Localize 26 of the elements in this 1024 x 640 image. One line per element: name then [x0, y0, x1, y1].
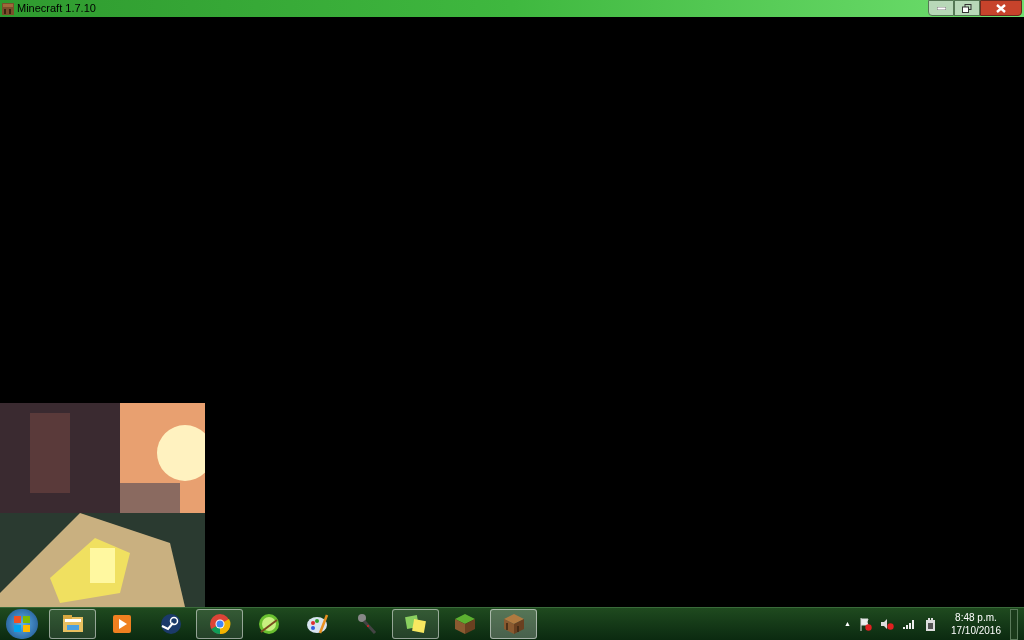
restore-button[interactable] [954, 0, 980, 16]
minimize-icon [936, 6, 946, 10]
clock-date[interactable]: 17/10/2016 [950, 624, 1001, 637]
sticky-notes-icon [403, 612, 428, 636]
steam-icon [158, 612, 183, 636]
clock-time[interactable]: 8:48 p.m. [955, 611, 997, 624]
show-desktop-button[interactable] [1010, 608, 1018, 640]
speaker-icon[interactable] [880, 618, 894, 630]
lime-slice-icon [256, 612, 281, 636]
crafting-table-icon [2, 2, 14, 15]
windows-logo-icon [14, 616, 30, 632]
taskbar-app-button[interactable] [49, 609, 96, 639]
close-button[interactable] [980, 0, 1022, 16]
battery-plug-icon[interactable] [924, 617, 936, 631]
restore-icon [962, 3, 972, 13]
taskbar-app-button[interactable] [196, 609, 243, 639]
crafting-table-icon [501, 612, 526, 636]
paint-palette-icon [305, 612, 330, 636]
taskbar-app-button[interactable] [392, 609, 439, 639]
chrome-icon [207, 612, 232, 636]
window-title: Minecraft 1.7.10 [17, 3, 96, 14]
close-icon [996, 3, 1006, 13]
flag-icon[interactable] [859, 617, 872, 631]
start-button[interactable] [6, 609, 38, 639]
signal-bars-icon[interactable] [902, 619, 916, 629]
grass-block-icon [452, 612, 477, 636]
